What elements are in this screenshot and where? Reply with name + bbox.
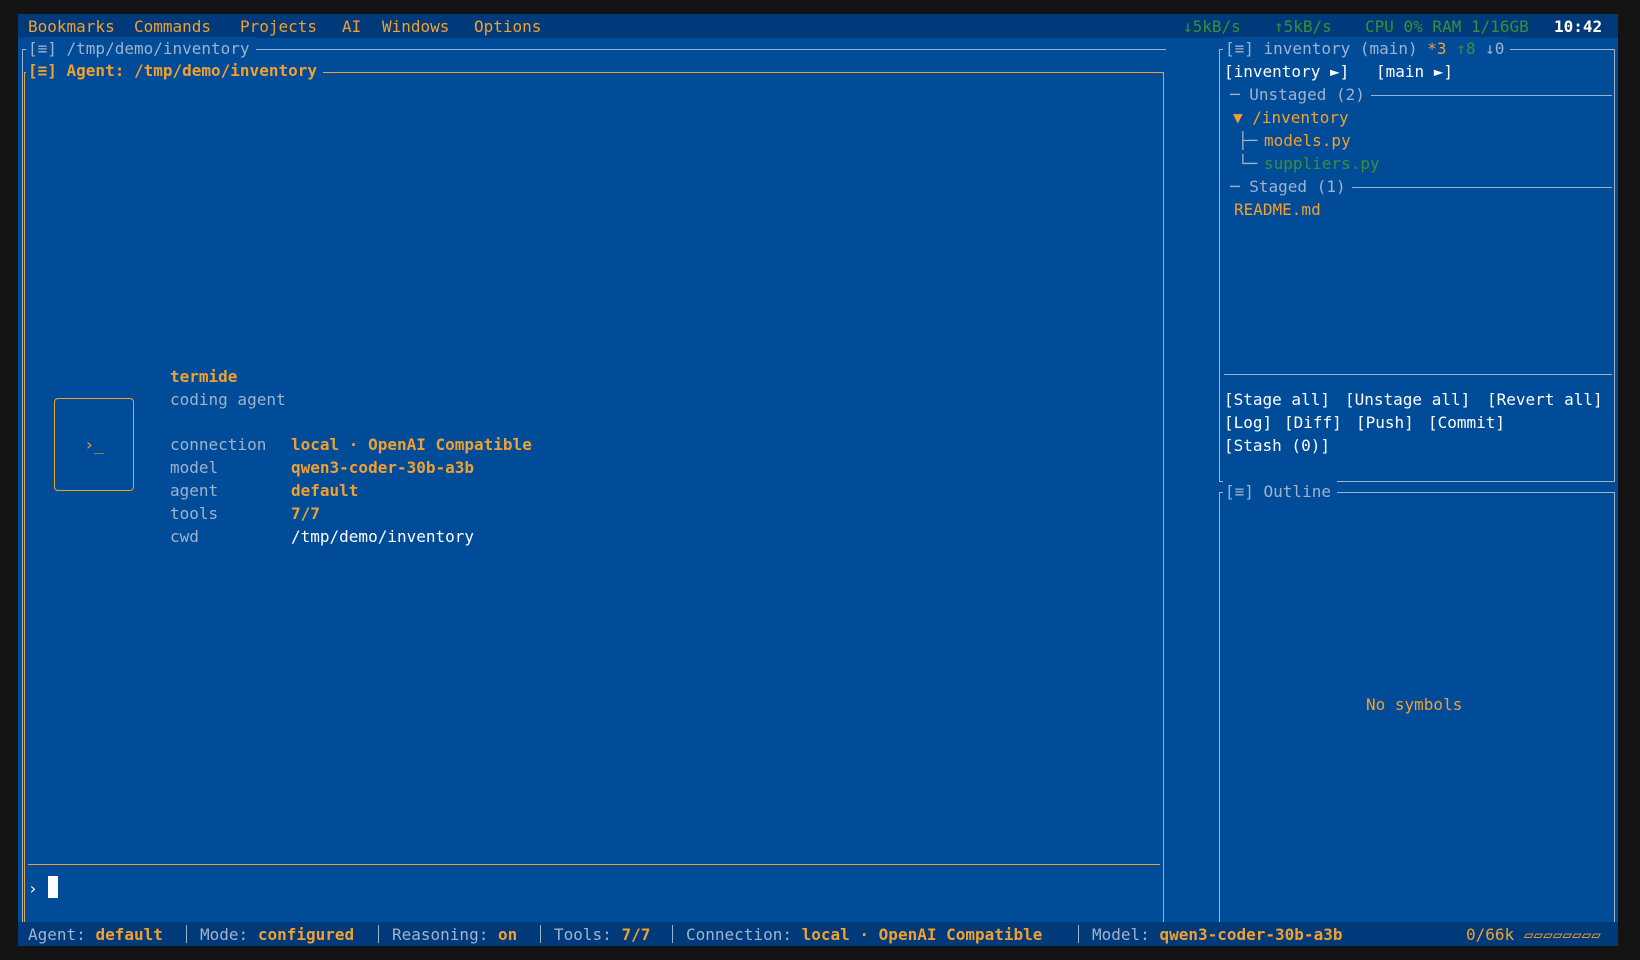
staged-header: ─ Staged (1) bbox=[1224, 175, 1352, 198]
prompt-glyph: ›_ bbox=[84, 435, 104, 454]
file-readme-md[interactable]: README.md bbox=[1234, 198, 1321, 221]
info-value-model: qwen3-coder-30b-a3b bbox=[291, 458, 475, 477]
menu-bar: Bookmarks Commands Projects AI Windows O… bbox=[18, 14, 1618, 38]
status-model-label: Model: bbox=[1092, 925, 1150, 944]
status-connection-label: Connection: bbox=[686, 925, 792, 944]
outline-panel-title: [≡] Outline bbox=[1223, 480, 1337, 503]
log-button[interactable]: [Log] bbox=[1224, 411, 1272, 434]
tree-branch-icon: ├─ bbox=[1238, 131, 1258, 150]
info-value-cwd: /tmp/demo/inventory bbox=[291, 527, 475, 546]
info-value-connection: local · OpenAI Compatible bbox=[291, 435, 532, 454]
folder-inventory[interactable]: ▼ /inventory bbox=[1233, 106, 1349, 129]
push-button[interactable]: [Push] bbox=[1356, 411, 1414, 434]
status-separator bbox=[672, 925, 673, 943]
menu-windows[interactable]: Windows bbox=[382, 15, 449, 38]
branch-selector-button[interactable]: [main ►] bbox=[1376, 60, 1453, 83]
status-connection-value: local · OpenAI Compatible bbox=[801, 925, 1043, 944]
status-tools-value: 7/7 bbox=[621, 925, 651, 944]
menu-commands[interactable]: Commands bbox=[134, 15, 211, 38]
status-agent-value: default bbox=[95, 925, 163, 944]
status-tools: Tools: 7/7 bbox=[554, 923, 650, 946]
context-usage-value: 0/66k bbox=[1466, 925, 1515, 944]
unstaged-header: ─ Unstaged (2) bbox=[1224, 83, 1371, 106]
tree-branch-end-icon: └─ bbox=[1238, 154, 1258, 173]
context-usage-bar: ▱▱▱▱▱▱▱▱ bbox=[1523, 925, 1601, 944]
clock: 10:42 bbox=[1554, 17, 1603, 36]
status-mode-label: Mode: bbox=[200, 925, 249, 944]
net-down-indicator: ↓5kB/s bbox=[1183, 17, 1241, 36]
repo-selector-button[interactable]: [inventory ►] bbox=[1224, 60, 1349, 83]
git-behind-count: ↓0 bbox=[1485, 39, 1505, 58]
staged-header-label: Staged (1) bbox=[1249, 177, 1346, 196]
actions-divider bbox=[1224, 374, 1612, 375]
stash-button[interactable]: [Stash (0)] bbox=[1224, 434, 1330, 457]
git-ahead-count: ↑8 bbox=[1456, 39, 1476, 58]
menu-projects[interactable]: Projects bbox=[240, 15, 317, 38]
status-mode: Mode: configured bbox=[200, 923, 354, 946]
prompt-symbol: › bbox=[28, 879, 38, 898]
status-mode-value: configured bbox=[257, 925, 355, 944]
info-key-agent: agent bbox=[170, 481, 219, 500]
info-key-tools: tools bbox=[170, 504, 219, 523]
info-key-connection: connection bbox=[170, 435, 267, 454]
git-repo-branch: [≡] inventory (main) bbox=[1225, 39, 1418, 58]
input-divider bbox=[28, 864, 1160, 865]
info-value-tools: 7/7 bbox=[291, 504, 320, 523]
status-reasoning: Reasoning: on bbox=[392, 923, 517, 946]
git-modified-count: *3 bbox=[1427, 39, 1447, 58]
menu-bookmarks[interactable]: Bookmarks bbox=[28, 15, 115, 38]
status-bar: Agent: default Mode: configured Reasonin… bbox=[18, 922, 1618, 946]
context-usage: 0/66k ▱▱▱▱▱▱▱▱ bbox=[1466, 923, 1601, 946]
app-name: termide bbox=[170, 367, 238, 386]
outline-empty-message: No symbols bbox=[1366, 695, 1463, 714]
status-agent: Agent: default bbox=[28, 923, 163, 946]
net-up-indicator: ↑5kB/s bbox=[1274, 17, 1332, 36]
status-separator bbox=[186, 925, 187, 943]
info-key-model: model bbox=[170, 458, 219, 477]
status-reasoning-label: Reasoning: bbox=[392, 925, 489, 944]
info-value-agent: default bbox=[291, 481, 359, 500]
status-separator bbox=[378, 925, 379, 943]
status-agent-label: Agent: bbox=[28, 925, 86, 944]
terminal-logo-icon: ›_ bbox=[54, 398, 134, 491]
info-key-cwd: cwd bbox=[170, 527, 199, 546]
status-model-value: qwen3-coder-30b-a3b bbox=[1159, 925, 1343, 944]
status-reasoning-value: on bbox=[497, 925, 518, 944]
menu-options[interactable]: Options bbox=[474, 15, 541, 38]
menu-ai[interactable]: AI bbox=[342, 15, 361, 38]
system-usage: CPU 0% RAM 1/16GB bbox=[1365, 17, 1529, 36]
chat-input-cursor[interactable] bbox=[48, 876, 58, 898]
status-separator bbox=[540, 925, 541, 943]
file-models-py[interactable]: models.py bbox=[1264, 129, 1351, 152]
stage-all-button[interactable]: [Stage all] bbox=[1224, 388, 1330, 411]
git-panel-title: [≡] inventory (main) *3 ↑8 ↓0 bbox=[1223, 37, 1511, 60]
revert-all-button[interactable]: [Revert all] bbox=[1487, 388, 1603, 411]
status-tools-label: Tools: bbox=[554, 925, 612, 944]
app-subtitle: coding agent bbox=[170, 390, 286, 409]
status-connection: Connection: local · OpenAI Compatible bbox=[686, 923, 1042, 946]
status-model: Model: qwen3-coder-30b-a3b bbox=[1092, 923, 1342, 946]
file-suppliers-py[interactable]: suppliers.py bbox=[1264, 152, 1380, 175]
terminal-screen: Bookmarks Commands Projects AI Windows O… bbox=[18, 14, 1618, 946]
outer-panel-title: [≡] /tmp/demo/inventory bbox=[26, 37, 256, 60]
unstage-all-button[interactable]: [Unstage all] bbox=[1345, 388, 1470, 411]
agent-panel-title: [≡] Agent: /tmp/demo/inventory bbox=[26, 59, 323, 82]
status-separator bbox=[1078, 925, 1079, 943]
diff-button[interactable]: [Diff] bbox=[1284, 411, 1342, 434]
commit-button[interactable]: [Commit] bbox=[1428, 411, 1505, 434]
unstaged-header-label: Unstaged (2) bbox=[1249, 85, 1365, 104]
